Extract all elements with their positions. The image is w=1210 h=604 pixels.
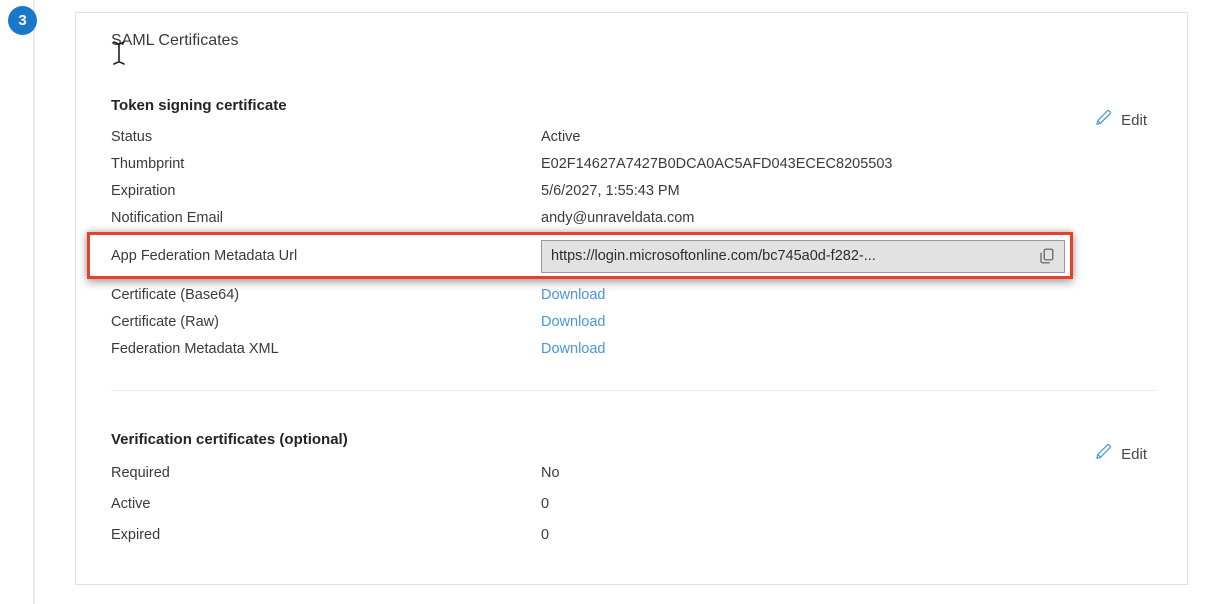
certificate-raw-label: Certificate (Raw) [111, 314, 541, 330]
status-row: Status Active [111, 123, 1157, 150]
step-number: 3 [18, 12, 26, 29]
app-federation-metadata-label: App Federation Metadata Url [111, 248, 541, 264]
status-value: Active [541, 129, 1157, 145]
active-count-value: 0 [541, 496, 1157, 512]
active-count-label: Active [111, 496, 541, 512]
verification-title: Verification certificates (optional) [111, 431, 348, 448]
certificate-raw-download-link[interactable]: Download [541, 314, 1157, 330]
app-federation-metadata-url-field[interactable]: https://login.microsoftonline.com/bc745a… [541, 240, 1065, 273]
notification-email-value: andy@unraveldata.com [541, 210, 1157, 226]
thumbprint-label: Thumbprint [111, 156, 541, 172]
expired-count-row: Expired 0 [111, 519, 1157, 550]
verification-edit-button[interactable]: Edit [1094, 443, 1147, 465]
step-number-badge: 3 [8, 6, 37, 35]
active-count-row: Active 0 [111, 488, 1157, 519]
app-federation-metadata-row: App Federation Metadata Url https://logi… [111, 231, 1157, 281]
certificate-base64-label: Certificate (Base64) [111, 287, 541, 303]
token-signing-section: Token signing certificate Edit Status Ac… [111, 97, 1157, 362]
thumbprint-value: E02F14627A7427B0DCA0AC5AFD043ECEC8205503 [541, 156, 1157, 172]
federation-metadata-xml-row: Federation Metadata XML Download [111, 335, 1157, 362]
verification-header: Verification certificates (optional) Edi… [111, 431, 1157, 457]
token-signing-title: Token signing certificate [111, 97, 287, 114]
section-divider [111, 390, 1157, 391]
app-federation-metadata-url-value: https://login.microsoftonline.com/bc745a… [551, 248, 1033, 264]
certificate-base64-download-link[interactable]: Download [541, 287, 1157, 303]
step-connector-line [33, 0, 35, 604]
required-value: No [541, 465, 1157, 481]
thumbprint-row: Thumbprint E02F14627A7427B0DCA0AC5AFD043… [111, 150, 1157, 177]
verification-certificates-section: Verification certificates (optional) Edi… [111, 431, 1157, 550]
federation-metadata-xml-download-link[interactable]: Download [541, 341, 1157, 357]
card-title: SAML Certificates [111, 31, 1157, 51]
pencil-icon [1094, 443, 1112, 465]
copy-icon[interactable] [1039, 248, 1055, 264]
saml-certificates-card: SAML Certificates Token signing certific… [75, 12, 1188, 585]
required-label: Required [111, 465, 541, 481]
expiration-row: Expiration 5/6/2027, 1:55:43 PM [111, 177, 1157, 204]
expired-count-value: 0 [541, 527, 1157, 543]
edit-label: Edit [1121, 112, 1147, 129]
certificate-raw-row: Certificate (Raw) Download [111, 308, 1157, 335]
edit-label: Edit [1121, 446, 1147, 463]
token-signing-header: Token signing certificate Edit [111, 97, 1157, 123]
notification-email-row: Notification Email andy@unraveldata.com [111, 204, 1157, 231]
expiration-value: 5/6/2027, 1:55:43 PM [541, 183, 1157, 199]
expiration-label: Expiration [111, 183, 541, 199]
required-row: Required No [111, 457, 1157, 488]
federation-metadata-xml-label: Federation Metadata XML [111, 341, 541, 357]
text-cursor-icon [112, 40, 126, 71]
notification-email-label: Notification Email [111, 210, 541, 226]
expired-count-label: Expired [111, 527, 541, 543]
status-label: Status [111, 129, 541, 145]
certificate-base64-row: Certificate (Base64) Download [111, 281, 1157, 308]
